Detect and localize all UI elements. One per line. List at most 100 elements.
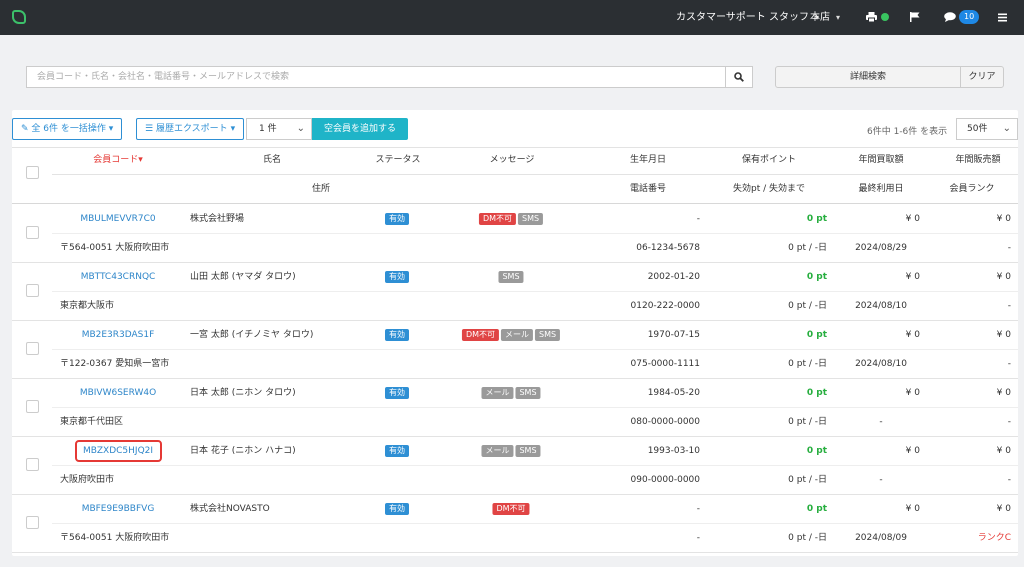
row-checkbox[interactable] (26, 458, 39, 471)
edit-icon: ✎ (21, 124, 29, 134)
bulk-action-label: 全 6件 を一括操作 (31, 124, 106, 134)
header-phone: 電話番号 (629, 184, 667, 194)
message-tags: SMS (498, 271, 525, 283)
search-button[interactable] (725, 66, 753, 88)
message-tags: メール SMS (481, 387, 542, 399)
list-icon: ☰ (145, 124, 154, 134)
row-inner-divider (52, 349, 1018, 350)
count-select-value: 1 件 (259, 124, 277, 134)
message-tag: DM不可 (461, 329, 499, 341)
header-member-code-label: 会員コード (93, 155, 139, 165)
row-checkbox[interactable] (26, 516, 39, 529)
header-birth-date[interactable]: 生年月日 (630, 154, 666, 166)
member-address: 〒564-0051 大阪府吹田市 (60, 533, 170, 543)
select-all-checkbox[interactable] (26, 166, 39, 179)
row-checkbox[interactable] (26, 400, 39, 413)
message-tag: SMS (498, 271, 524, 283)
header-name[interactable]: 氏名 (263, 154, 281, 166)
member-name: 一宮 太郎 (イチノミヤ タロウ) (190, 330, 314, 340)
status-cell: 有効 (385, 329, 411, 341)
member-code-link[interactable]: MBFE9E9BBFVG (82, 503, 155, 515)
annual-purchase: ¥ 0 (905, 388, 920, 398)
status-badge: 有効 (385, 329, 409, 341)
per-page-select[interactable]: 50件 ⌄ (956, 118, 1018, 140)
staff-menu[interactable]: カスタマーサポート スタッフ ▾ (676, 0, 819, 35)
member-name: 株式会社NOVASTO (190, 504, 270, 514)
per-page-value: 50件 (967, 124, 988, 134)
app-logo-icon[interactable] (12, 10, 26, 24)
row-checkbox[interactable] (26, 342, 39, 355)
header-member-rank: 会員ランク (949, 184, 995, 194)
last-used-date: 2024/08/10 (855, 301, 907, 311)
row-inner-divider (52, 523, 1018, 524)
message-tag: SMS (518, 213, 544, 225)
last-used-date: - (879, 417, 883, 427)
add-empty-member-button[interactable]: 空会員を追加する (312, 118, 408, 140)
last-used-date: - (879, 475, 883, 485)
annual-sales: ¥ 0 (996, 214, 1011, 224)
search-icon (734, 72, 744, 82)
header-annual-purchase[interactable]: 年間買取額 (858, 154, 903, 166)
header-member-code[interactable]: 会員コード▾ (93, 154, 143, 166)
printer-status[interactable] (866, 0, 889, 35)
caret-down-icon: ▾ (108, 124, 114, 134)
bulk-action-button[interactable]: ✎ 全 6件 を一括操作 ▾ (12, 118, 123, 140)
message-tag: DM不可 (478, 213, 516, 225)
status-cell: 有効 (385, 387, 411, 399)
member-phone: - (696, 533, 700, 543)
member-search-input[interactable] (26, 66, 726, 88)
annual-sales: ¥ 0 (996, 504, 1011, 514)
annual-purchase: ¥ 0 (905, 214, 920, 224)
points-value: 0 pt (806, 214, 827, 224)
status-badge: 有効 (385, 503, 409, 515)
chevron-down-icon: ▾ (836, 13, 841, 22)
birth-date: 2002-01-20 (647, 272, 700, 282)
member-rank: - (1007, 417, 1011, 427)
status-badge: 有効 (385, 387, 409, 399)
message-tags: DM不可 SMS (478, 213, 545, 225)
online-status-dot (881, 13, 889, 21)
row-bottom-border (12, 552, 1018, 553)
points-value: 0 pt (806, 388, 827, 398)
member-phone: 075-0000-1111 (630, 359, 700, 369)
header-status[interactable]: ステータス (375, 154, 420, 166)
header-last-used: 最終利用日 (858, 184, 904, 194)
message-tag: メール (481, 445, 514, 457)
member-rank: - (1007, 475, 1011, 485)
selected-code-highlight (75, 440, 162, 462)
member-phone: 080-0000-0000 (630, 417, 700, 427)
header-message[interactable]: メッセージ (490, 154, 535, 166)
annual-sales: ¥ 0 (996, 446, 1011, 456)
expire-points: 0 pt / -日 (788, 243, 827, 253)
clear-button[interactable]: クリア (960, 66, 1004, 88)
header-address: 住所 (311, 184, 331, 194)
member-code-link[interactable]: MBULMEVVR7C0 (80, 213, 155, 225)
count-select[interactable]: 1 件 ⌄ (246, 118, 312, 140)
row-inner-divider (52, 291, 1018, 292)
row-checkbox[interactable] (26, 284, 39, 297)
status-cell: 有効 (385, 445, 411, 457)
advanced-search-button[interactable]: 詳細検索 (775, 66, 961, 88)
expire-points: 0 pt / -日 (788, 417, 827, 427)
header-points[interactable]: 保有ポイント (742, 154, 796, 166)
annual-purchase: ¥ 0 (905, 330, 920, 340)
expire-points: 0 pt / -日 (788, 475, 827, 485)
chat-button[interactable]: 10 (944, 0, 980, 35)
hamburger-menu-button[interactable] (998, 0, 1007, 35)
header-annual-sales[interactable]: 年間販売額 (955, 154, 1000, 166)
flag-button[interactable] (910, 0, 920, 35)
store-menu[interactable]: 本店 ▾ (810, 0, 840, 35)
member-rank: - (1007, 301, 1011, 311)
last-used-date: 2024/08/29 (855, 243, 907, 253)
points-value: 0 pt (806, 446, 827, 456)
row-checkbox[interactable] (26, 226, 39, 239)
top-nav-bar: カスタマーサポート スタッフ ▾ 本店 ▾ 10 (0, 0, 1024, 35)
history-export-button[interactable]: ☰ 履歴エクスポート ▾ (136, 118, 245, 140)
member-code-link[interactable]: MB2E3R3DAS1F (82, 329, 155, 341)
message-tags: DM不可 (492, 503, 531, 515)
member-code-link[interactable]: MBTTC43CRNQC (81, 271, 156, 283)
member-code-link[interactable]: MBIVW6SERW4O (80, 387, 156, 399)
message-tag: DM不可 (492, 503, 530, 515)
birth-date: - (696, 504, 700, 514)
member-name: 日本 花子 (ニホン ハナコ) (190, 446, 296, 456)
